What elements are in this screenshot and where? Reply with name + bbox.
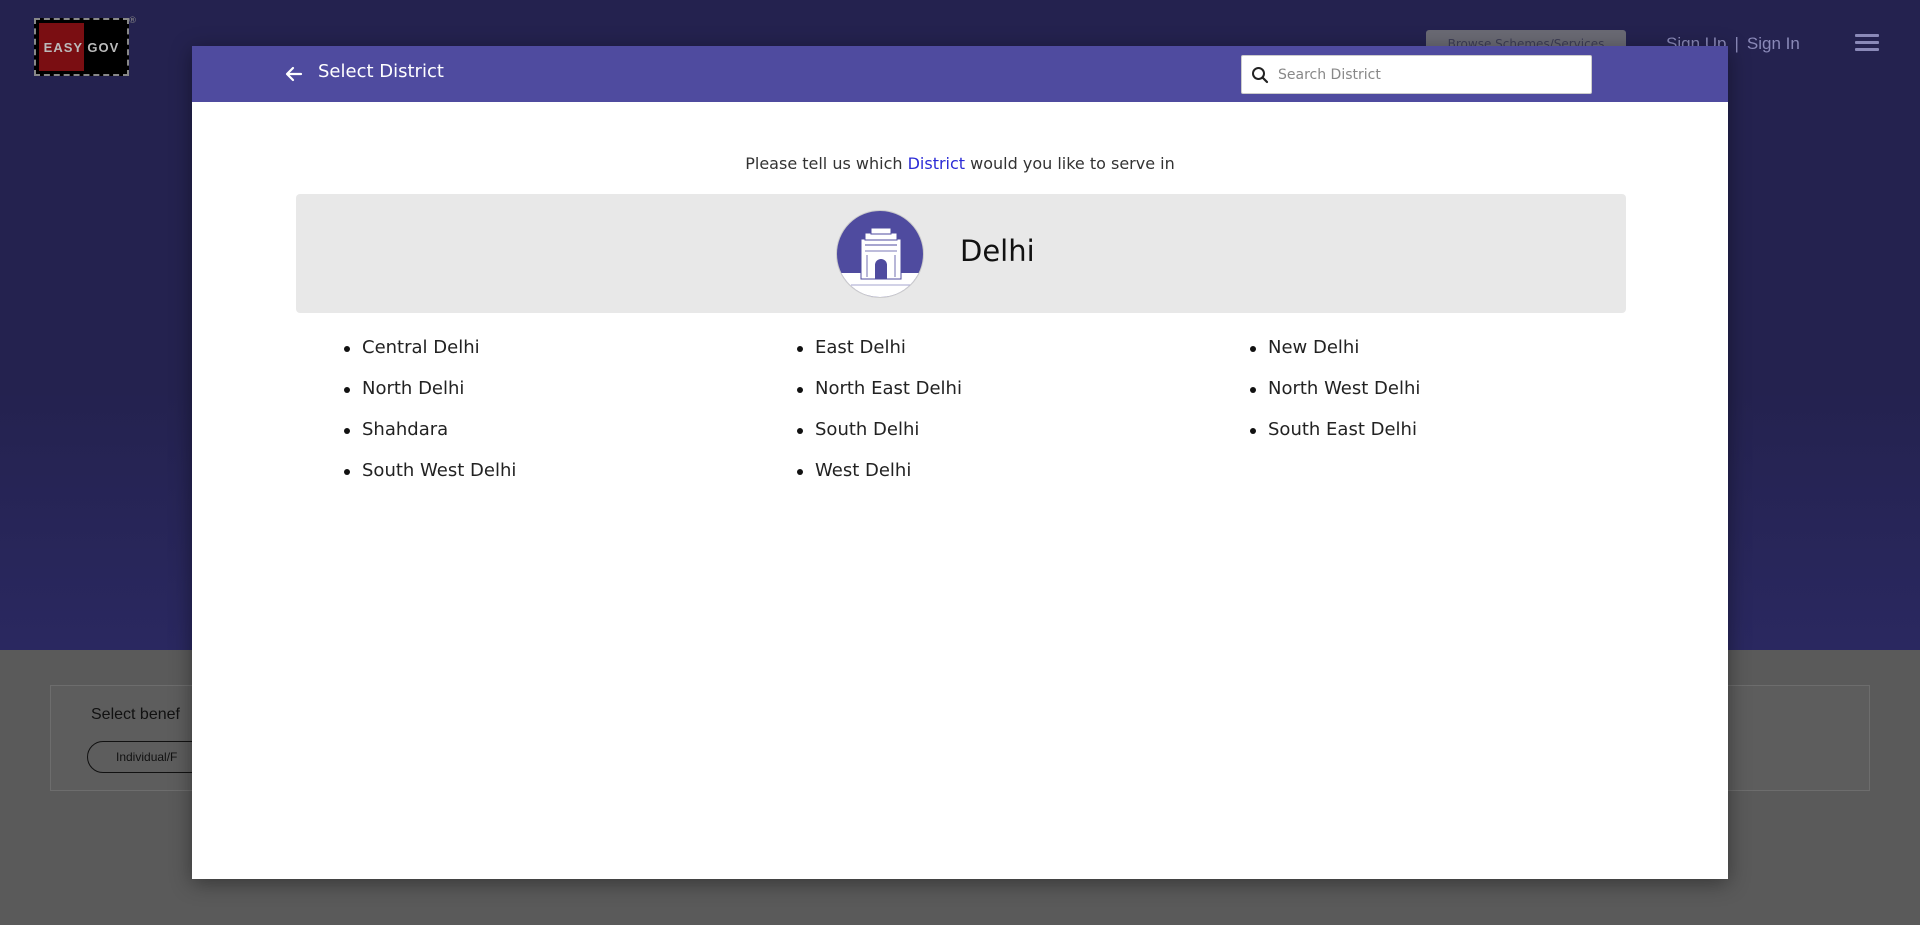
prompt-highlight: District bbox=[907, 154, 966, 173]
state-banner: Delhi bbox=[296, 194, 1626, 313]
district-item[interactable]: North East Delhi bbox=[749, 377, 1202, 401]
district-item[interactable]: Shahdara bbox=[296, 418, 749, 442]
district-list: Central Delhi East Delhi New Delhi North… bbox=[296, 336, 1626, 483]
hamburger-menu-icon[interactable] bbox=[1855, 34, 1879, 52]
district-prompt: Please tell us which District would you … bbox=[192, 154, 1728, 173]
modal-title: Select District bbox=[318, 61, 444, 82]
beneficiary-label: Select benef bbox=[91, 706, 180, 723]
auth-separator: | bbox=[1734, 34, 1739, 53]
district-item[interactable]: South Delhi bbox=[749, 418, 1202, 442]
india-gate-icon bbox=[836, 210, 924, 298]
prompt-text-after: would you like to serve in bbox=[965, 154, 1175, 173]
modal-header: Select District bbox=[192, 46, 1728, 102]
arrow-left-icon bbox=[285, 66, 303, 82]
district-item[interactable]: New Delhi bbox=[1202, 336, 1626, 360]
sign-in-link[interactable]: Sign In bbox=[1747, 34, 1800, 53]
district-item[interactable]: North Delhi bbox=[296, 377, 749, 401]
state-name: Delhi bbox=[960, 234, 1035, 268]
search-icon bbox=[1242, 66, 1278, 84]
district-item[interactable]: East Delhi bbox=[749, 336, 1202, 360]
district-item[interactable]: West Delhi bbox=[749, 459, 1202, 483]
logo-text: EASY GOV bbox=[43, 39, 120, 55]
back-button[interactable] bbox=[282, 62, 306, 86]
district-item[interactable]: Central Delhi bbox=[296, 336, 749, 360]
search-district-input[interactable] bbox=[1278, 56, 1591, 93]
logo-registered-mark: ® bbox=[128, 16, 137, 26]
district-item[interactable]: North West Delhi bbox=[1202, 377, 1626, 401]
select-district-modal: Select District Please tell us which Dis… bbox=[192, 46, 1728, 879]
prompt-text-before: Please tell us which bbox=[745, 154, 908, 173]
district-item[interactable]: South West Delhi bbox=[296, 459, 749, 483]
easygov-logo[interactable]: EASY GOV ® bbox=[34, 16, 137, 76]
district-item[interactable]: South East Delhi bbox=[1202, 418, 1626, 442]
district-search-box[interactable] bbox=[1241, 55, 1592, 94]
